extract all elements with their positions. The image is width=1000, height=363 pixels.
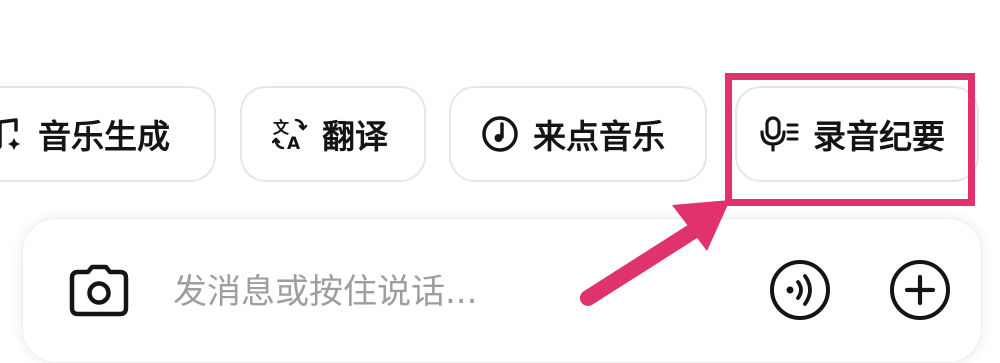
chip-music-generation[interactable]: 音乐生成: [0, 86, 216, 182]
svg-text:A: A: [287, 134, 301, 152]
message-input[interactable]: [173, 259, 733, 325]
plus-circle-icon: [888, 258, 952, 326]
chip-recording-notes[interactable]: 录音纪要: [735, 86, 979, 182]
chip-label: 翻译: [322, 117, 388, 156]
chip-come-music[interactable]: 来点音乐: [449, 86, 707, 182]
add-button[interactable]: [885, 257, 955, 327]
camera-icon: [68, 264, 130, 322]
message-input-bar: [22, 218, 982, 363]
translate-icon: 文 A: [272, 116, 308, 152]
chip-label: 来点音乐: [533, 117, 665, 156]
chip-translate[interactable]: 文 A 翻译: [240, 86, 426, 182]
chip-label: 录音纪要: [813, 117, 945, 156]
microphone-notes-icon: [759, 115, 799, 153]
voice-button[interactable]: [765, 257, 835, 327]
voice-call-icon: [768, 258, 832, 326]
camera-button[interactable]: [67, 261, 131, 325]
chip-label: 音乐生成: [38, 117, 170, 156]
music-disc-icon: [481, 115, 519, 153]
music-note-sparkle-icon: [0, 116, 24, 152]
